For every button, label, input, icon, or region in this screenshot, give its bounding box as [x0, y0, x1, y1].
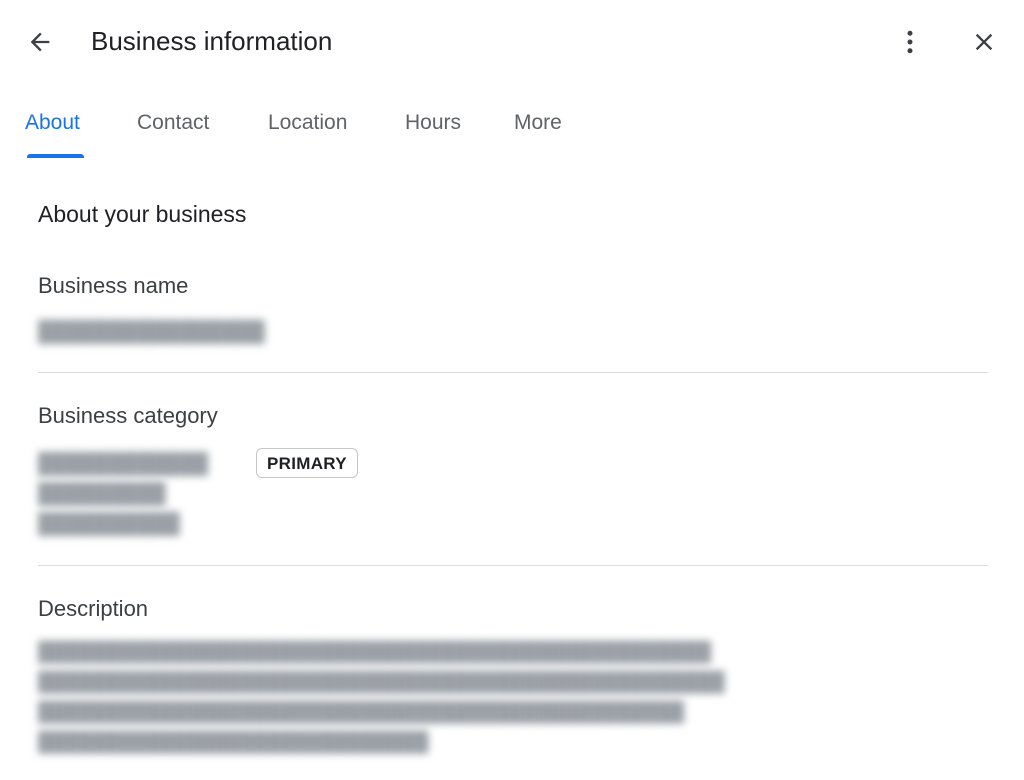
tab-bar: About Contact Location Hours More: [0, 96, 1024, 162]
arrow-back-icon: [30, 32, 50, 52]
close-icon: [975, 33, 993, 51]
active-tab-indicator: [27, 154, 84, 158]
section-heading: About your business: [38, 201, 247, 227]
category-additional-value-redacted[interactable]: █████████: [38, 480, 166, 508]
divider: [38, 565, 988, 566]
tab-location[interactable]: Location: [268, 110, 347, 136]
tab-contact[interactable]: Contact: [137, 110, 209, 136]
close-button[interactable]: [966, 24, 1002, 60]
more-vert-icon: [907, 30, 913, 54]
business-name-label[interactable]: Business name: [38, 272, 188, 300]
description-value-redacted[interactable]: ████████████████████████████████████████…: [38, 638, 988, 758]
category-primary-value-redacted[interactable]: ████████████: [38, 450, 208, 478]
category-additional-value-redacted[interactable]: ██████████: [38, 510, 180, 538]
primary-badge: PRIMARY: [256, 448, 358, 478]
tab-about[interactable]: About: [25, 110, 80, 136]
business-name-value-redacted[interactable]: ████████████████: [38, 318, 265, 346]
more-options-button[interactable]: [892, 24, 928, 60]
page-title: Business information: [91, 26, 333, 56]
business-category-label[interactable]: Business category: [38, 402, 218, 430]
header-bar: Business information: [0, 0, 1024, 84]
description-label[interactable]: Description: [38, 595, 148, 623]
divider: [38, 372, 988, 373]
business-information-page: Business information About Contact Locat…: [0, 0, 1024, 780]
tab-more[interactable]: More: [514, 110, 562, 136]
back-button[interactable]: [24, 26, 56, 58]
tab-hours[interactable]: Hours: [405, 110, 461, 136]
